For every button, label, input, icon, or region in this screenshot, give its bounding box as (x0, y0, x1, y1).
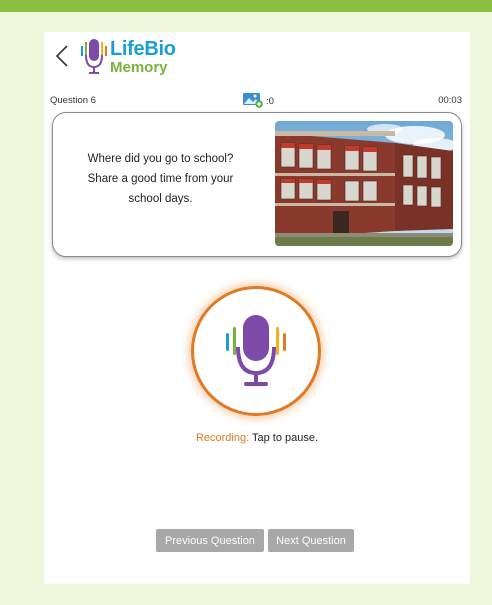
question-number: Question 6 (50, 95, 96, 106)
top-accent-bar (0, 0, 492, 12)
next-question-button[interactable]: Next Question (268, 529, 354, 552)
logo-brand-text: LifeBio (110, 38, 176, 60)
back-button[interactable] (50, 40, 74, 72)
record-ring (191, 286, 321, 416)
recording-label: Recording: (195, 432, 250, 444)
recording-timer: 00:03 (438, 95, 462, 106)
recording-status: Recording: Tap to pause. (44, 432, 470, 444)
question-line: Where did you go to school? (87, 153, 234, 165)
record-button[interactable] (191, 286, 321, 416)
photo-count-value: :0 (266, 96, 274, 107)
question-text: Where did you go to school? Share a good… (63, 149, 258, 209)
logo-sub-text: Memory (110, 59, 168, 76)
pause-hint[interactable]: Tap to pause. (252, 432, 318, 444)
question-line: Share a good time from your (87, 173, 234, 185)
add-photo-icon (243, 93, 263, 108)
app-screen: LifeBio Memory Question 6 :0 00:03 Where… (44, 32, 470, 584)
school-building-photo (275, 121, 453, 246)
app-logo: LifeBio Memory (80, 36, 176, 78)
chevron-left-icon (55, 45, 68, 67)
logo-microphone-icon (81, 39, 107, 74)
question-card: Where did you go to school? Share a good… (52, 112, 462, 257)
question-navigation: Previous Question Next Question (156, 529, 354, 552)
question-meta-row: Question 6 :0 00:03 (50, 92, 462, 108)
question-line: school days. (128, 193, 193, 205)
photo-count[interactable]: :0 (242, 92, 274, 108)
microphone-icon (226, 315, 286, 386)
previous-question-button[interactable]: Previous Question (156, 529, 264, 552)
